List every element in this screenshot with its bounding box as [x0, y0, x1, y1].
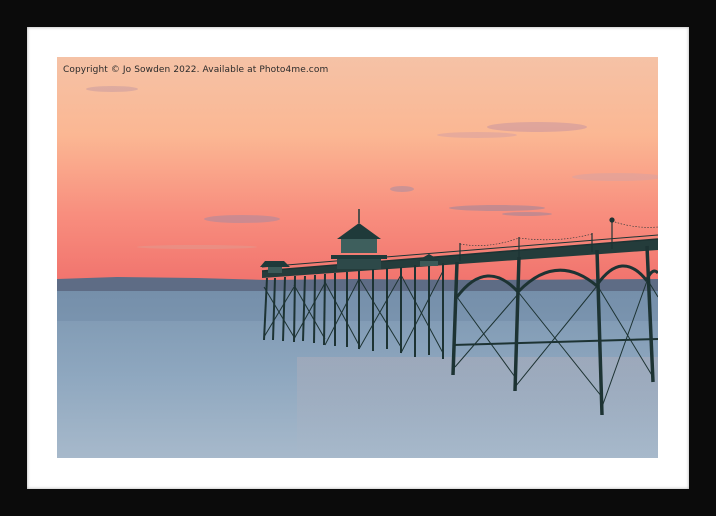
pier-sunset-image — [57, 57, 658, 458]
picture-frame: Copyright © Jo Sowden 2022. Available at… — [0, 0, 716, 516]
framed-photo: Copyright © Jo Sowden 2022. Available at… — [57, 57, 658, 458]
copyright-watermark: Copyright © Jo Sowden 2022. Available at… — [63, 65, 329, 75]
